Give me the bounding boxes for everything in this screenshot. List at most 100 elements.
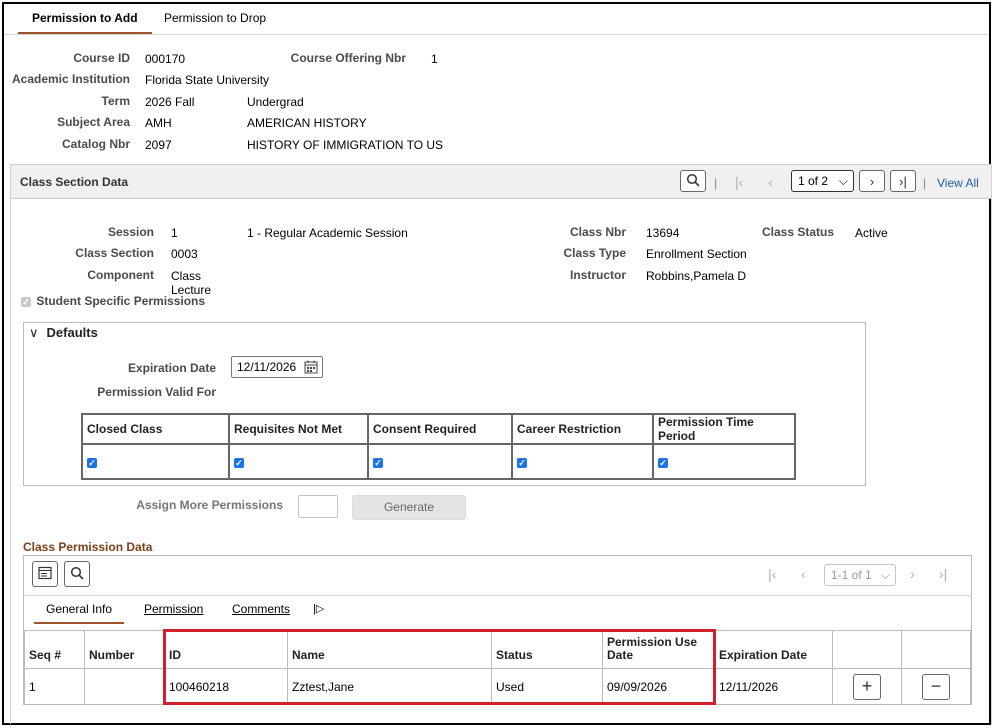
last-button[interactable]: ›| [890, 170, 916, 192]
class-section-value: 0003 [171, 247, 198, 261]
checkmark-icon: ✓ [87, 457, 97, 468]
offering-label: Course Offering Nbr [290, 51, 406, 65]
chevron-down-icon: ∨ [29, 325, 39, 340]
show-all-columns-icon[interactable]: |▷ [313, 602, 324, 615]
tab-divider [4, 34, 989, 35]
defaults-toggle[interactable]: ∨ Defaults [29, 325, 98, 341]
col-add [832, 630, 902, 669]
view-all-link[interactable]: View All [937, 176, 979, 190]
delete-row-cell: − [901, 668, 971, 705]
search-icon [686, 173, 700, 190]
minus-icon: − [930, 676, 942, 696]
page-frame: Permission to Add Permission to Drop Cou… [2, 2, 992, 725]
row-pager-select[interactable]: 1 of 2 ⌵ [791, 170, 854, 192]
class-section-header: Class Section Data | |‹ ‹ 1 of 2 ⌵ › ›| … [10, 164, 992, 199]
tab-general-info[interactable]: General Info [34, 602, 125, 624]
catalog-label: Catalog Nbr [61, 137, 130, 151]
assign-more-label: Assign More Permissions [136, 498, 283, 512]
delete-row-button[interactable]: − [922, 673, 950, 700]
time-period-checkbox[interactable]: ✓ [652, 443, 796, 480]
institution-label: Academic Institution [11, 72, 130, 86]
subject-value: AMH [145, 116, 172, 130]
grid-first-disabled-icon: |‹ [768, 566, 777, 582]
last-icon: ›| [899, 173, 907, 189]
student-specific-checkbox[interactable]: ✓ Student Specific Permissions [21, 294, 205, 308]
grid-pager-select[interactable]: 1-1 of 1 ⌵ [824, 564, 896, 586]
grid-last-disabled-icon: ›| [939, 566, 948, 582]
subject-desc: AMERICAN HISTORY [247, 116, 367, 130]
first-disabled-icon: |‹ [735, 174, 744, 190]
catalog-value: 2097 [145, 138, 172, 152]
session-label: Session [107, 225, 154, 239]
grid-settings-icon [38, 566, 52, 583]
checkmark-icon: ✓ [373, 457, 383, 468]
checkmark-icon: ✓ [658, 457, 668, 468]
tab-permission-to-drop[interactable]: Permission to Drop [150, 4, 280, 34]
col-delete [901, 630, 971, 669]
use-date-cell: 09/09/2026 [602, 668, 715, 705]
class-section-title: Class Section Data [20, 175, 129, 189]
class-nbr-label: Class Nbr [569, 225, 626, 239]
class-section-label: Class Section [75, 246, 154, 260]
tab-permission[interactable]: Permission [144, 602, 203, 616]
col-name: Name [287, 630, 492, 669]
col-seq: Seq # [24, 630, 85, 669]
pv-check-row: ✓ ✓ ✓ ✓ ✓ [81, 443, 796, 480]
col-requisites: Requisites Not Met [228, 413, 369, 445]
status-cell: Used [491, 668, 603, 705]
table-row: 1 100460218 Zztest,Jane Used 09/09/2026 … [24, 668, 971, 705]
calendar-icon[interactable] [304, 360, 318, 380]
term-label: Term [101, 94, 130, 108]
course-id-label: Course ID [73, 51, 130, 65]
consent-checkbox[interactable]: ✓ [367, 443, 513, 480]
grid-previous-disabled-icon: ‹ [801, 566, 806, 582]
catalog-desc: HISTORY OF IMMIGRATION TO US [247, 138, 444, 152]
defaults-title: Defaults [46, 325, 98, 340]
add-row-cell: + [832, 668, 902, 705]
grid-find-button[interactable] [64, 561, 90, 587]
id-cell: 100460218 [164, 668, 288, 705]
permission-valid-for-label: Permission Valid For [97, 385, 216, 399]
grid-next-disabled-icon: › [910, 566, 915, 582]
requisites-checkbox[interactable]: ✓ [228, 443, 369, 480]
tab-comments[interactable]: Comments [232, 602, 290, 616]
nav-separator: | [714, 176, 718, 190]
expiration-cell: 12/11/2026 [714, 668, 833, 705]
closed-class-checkbox[interactable]: ✓ [81, 443, 230, 480]
offering-value: 1 [431, 52, 438, 66]
number-cell [84, 668, 165, 705]
name-cell: Zztest,Jane [287, 668, 492, 705]
next-button[interactable]: › [859, 170, 885, 192]
session-desc: 1 - Regular Academic Session [247, 226, 408, 240]
component-label: Component [87, 268, 154, 282]
grid-pager-value: 1-1 of 1 [831, 568, 872, 582]
checkmark-icon: ✓ [234, 457, 244, 468]
checkmark-icon: ✓ [517, 457, 527, 468]
generate-button[interactable]: Generate [352, 495, 466, 520]
chevron-right-icon: › [869, 173, 875, 189]
institution-value: Florida State University [145, 73, 270, 87]
col-closed-class: Closed Class [81, 413, 230, 445]
career-checkbox[interactable]: ✓ [511, 443, 654, 480]
expiration-date-value: 12/11/2026 [237, 360, 297, 374]
personalize-button[interactable] [32, 561, 58, 587]
plus-icon: + [861, 676, 873, 696]
expiration-date-input[interactable]: 12/11/2026 [231, 356, 323, 378]
instructor-value: Robbins,Pamela D [646, 269, 747, 283]
class-status-label: Class Status [761, 225, 834, 239]
tab-permission-to-add[interactable]: Permission to Add [18, 4, 152, 34]
add-row-button[interactable]: + [853, 673, 881, 700]
previous-disabled-icon: ‹ [768, 174, 773, 190]
component-line1: Class [171, 269, 202, 283]
permission-valid-for-table: Closed Class Requisites Not Met Consent … [81, 413, 796, 480]
find-button[interactable] [680, 170, 706, 192]
grid-divider [24, 595, 970, 596]
course-id-value: 000170 [145, 52, 186, 66]
session-value: 1 [171, 226, 178, 240]
checkmark-icon: ✓ [21, 297, 31, 307]
assign-more-input[interactable] [298, 495, 338, 518]
class-type-label: Class Type [563, 246, 626, 260]
student-specific-label: Student Specific Permissions [36, 294, 206, 308]
seq-cell: 1 [24, 668, 85, 705]
term-value: 2026 Fall [145, 95, 195, 109]
